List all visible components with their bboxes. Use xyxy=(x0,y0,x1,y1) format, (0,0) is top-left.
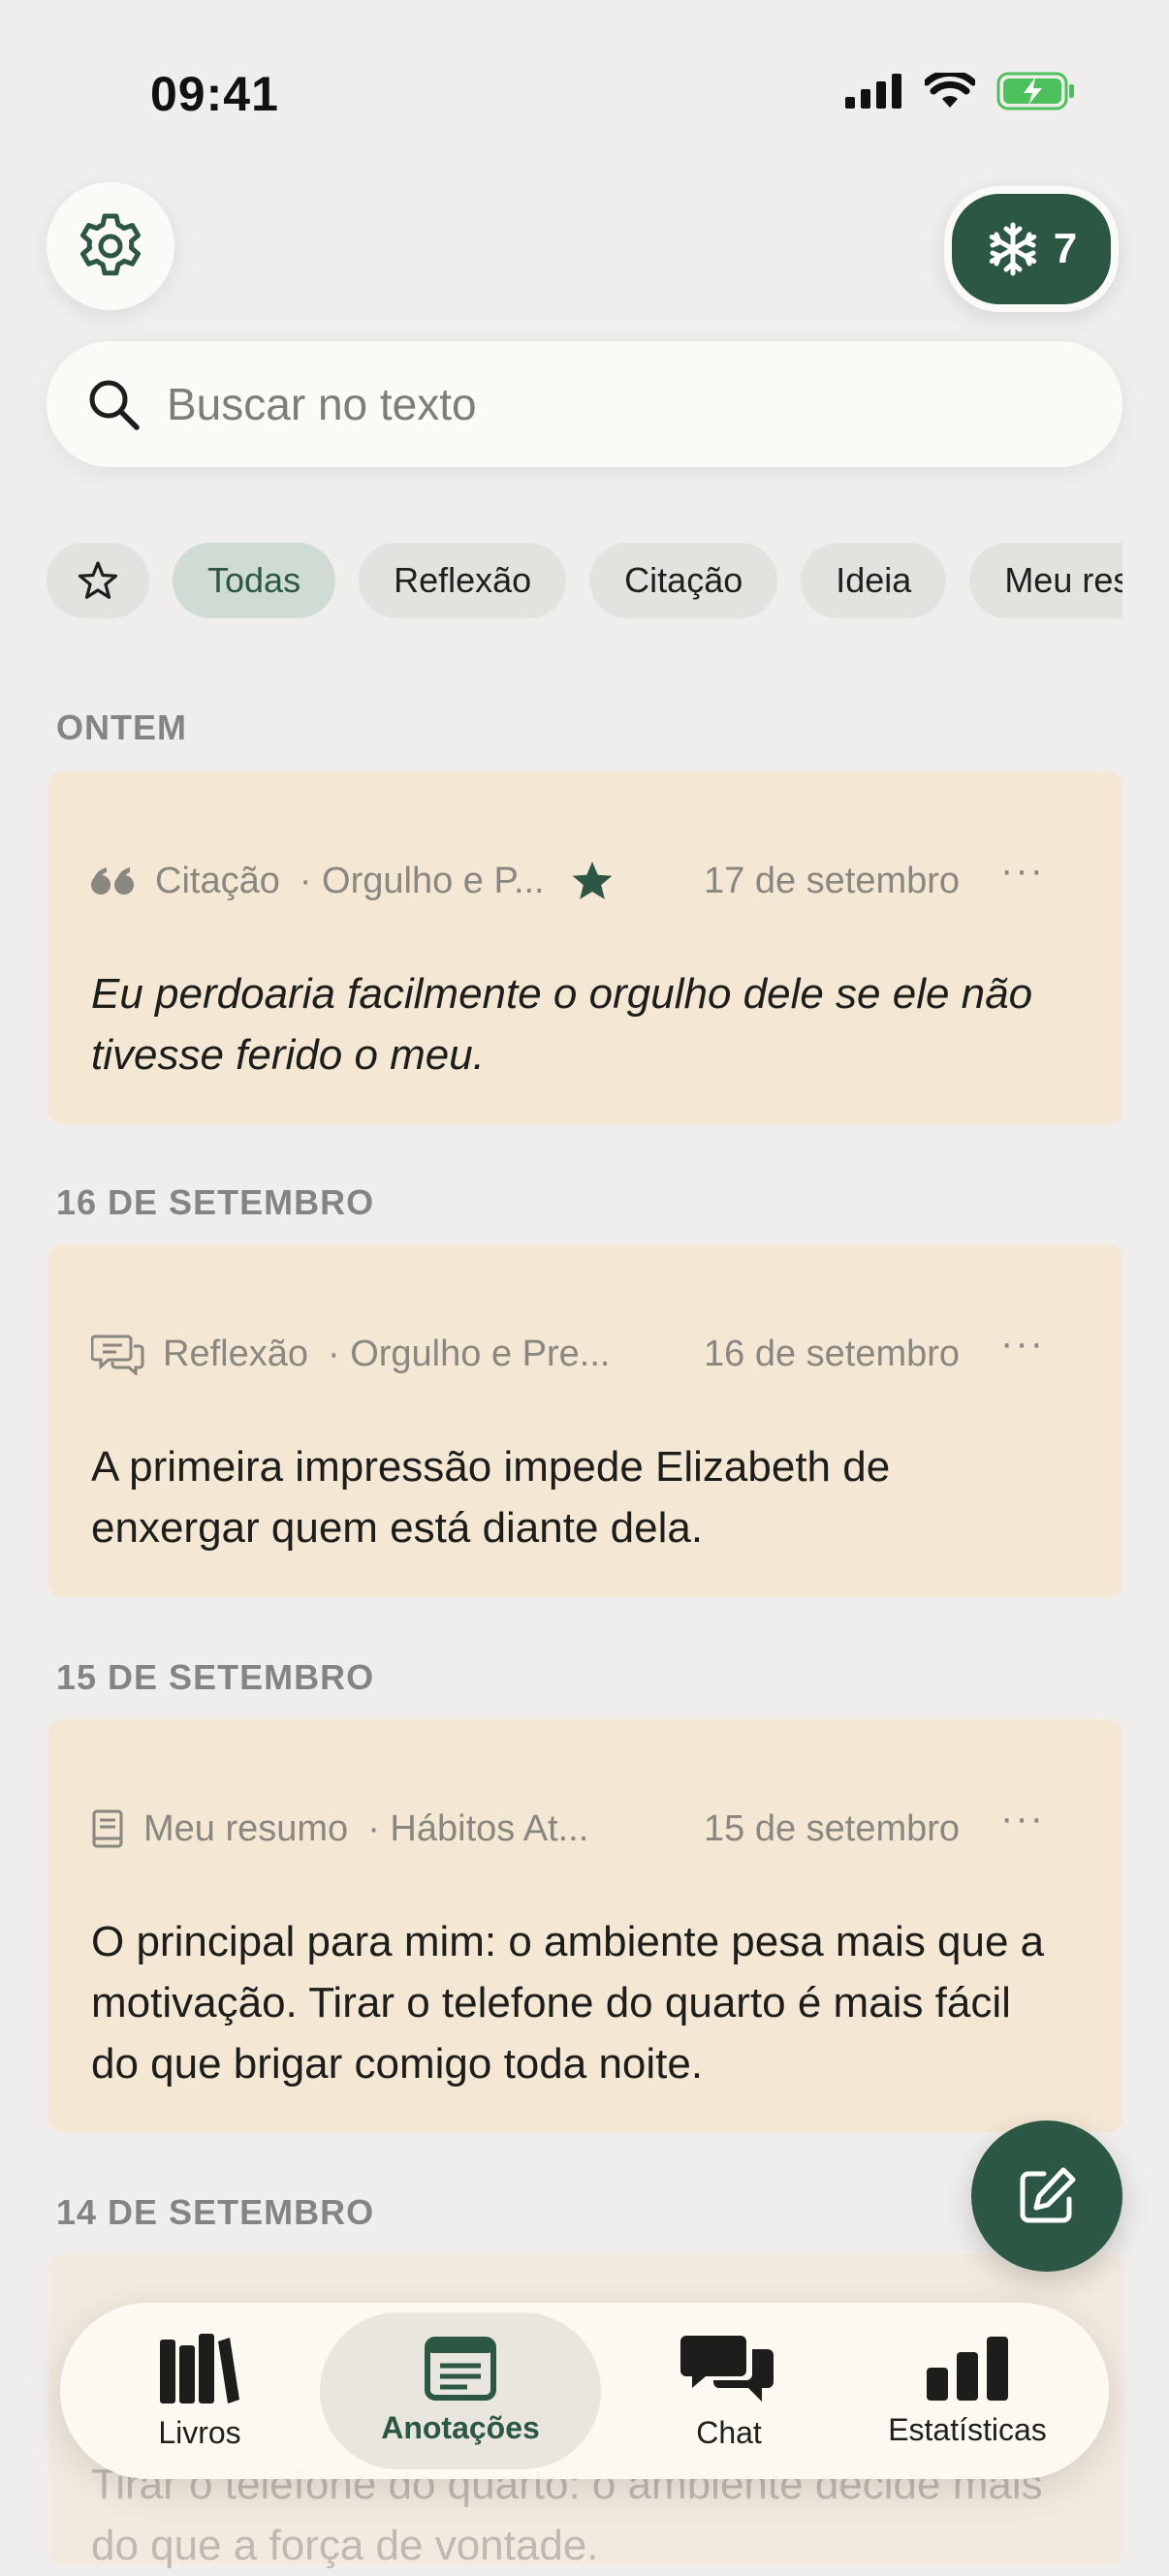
note-text: O principal para mim: o ambiente pesa ma… xyxy=(91,1918,1045,2088)
tab-livros[interactable]: Livros xyxy=(93,2312,306,2469)
note-date: 16 de setembro xyxy=(704,1333,961,1374)
filter-chip-ideia[interactable]: Ideia xyxy=(801,543,947,618)
filter-chips: Todas Reflexão Citação Ideia Meu resumo xyxy=(47,543,1122,620)
chat-bubbles-icon xyxy=(91,1333,145,1375)
snowflake-icon xyxy=(989,222,1036,276)
section-label: 14 DE SETEMBRO xyxy=(56,2192,375,2232)
note-text: Eu perdoaria facilmente o orgulho dele s… xyxy=(91,970,1033,1079)
more-options-icon[interactable]: ··· xyxy=(1000,849,1045,893)
section-label: ONTEM xyxy=(56,707,187,747)
note-type: Citação xyxy=(155,860,280,901)
gear-icon xyxy=(80,213,141,276)
tab-estatisticas[interactable]: Estatísticas xyxy=(855,2312,1080,2469)
streak-count: 7 xyxy=(1053,225,1078,272)
note-type: Reflexão xyxy=(163,1333,308,1374)
tab-label: Chat xyxy=(696,2414,762,2450)
search-input[interactable]: Buscar no texto xyxy=(167,378,477,430)
tab-chat[interactable]: Chat xyxy=(622,2312,836,2469)
quote-icon xyxy=(91,860,138,902)
compose-icon xyxy=(1020,2167,1076,2223)
favorites-filter-chip[interactable] xyxy=(47,543,149,618)
section-label: 16 DE SETEMBRO xyxy=(56,1182,375,1222)
note-meta: Citação · Orgulho e P... 17 de setembro … xyxy=(91,849,1080,905)
note-book: · Orgulho e Pre... xyxy=(327,1333,611,1374)
streak-button[interactable]: 7 xyxy=(944,186,1119,312)
notes-icon xyxy=(425,2336,496,2401)
search-icon xyxy=(89,380,140,430)
status-time: 09:41 xyxy=(150,67,279,121)
note-card[interactable]: Meu resumo · Hábitos At... 15 de setembr… xyxy=(48,1719,1122,2132)
tab-label: Anotações xyxy=(381,2409,540,2445)
more-options-icon[interactable]: ··· xyxy=(1000,1797,1045,1840)
filter-chip-todas[interactable]: Todas xyxy=(173,543,336,618)
note-type: Meu resumo xyxy=(143,1807,349,1849)
star-filled-icon[interactable] xyxy=(570,859,615,903)
section-label: 15 DE SETEMBRO xyxy=(56,1657,375,1697)
search-bar[interactable]: Buscar no texto xyxy=(47,341,1122,467)
note-card[interactable]: Citação · Orgulho e P... 17 de setembro … xyxy=(48,771,1122,1124)
filter-chip-citacao[interactable]: Citação xyxy=(589,543,778,618)
wifi-icon xyxy=(925,73,975,108)
note-book: · Orgulho e P... xyxy=(299,860,545,901)
cellular-signal-icon xyxy=(845,74,901,109)
tab-label: Estatísticas xyxy=(888,2411,1047,2447)
more-options-icon[interactable]: ··· xyxy=(1000,1322,1045,1366)
chat-icon xyxy=(680,2335,774,2402)
note-date: 17 de setembro xyxy=(704,860,961,901)
tab-bar: Livros Anotações Chat Estatísticas xyxy=(60,2303,1109,2479)
tab-label: Livros xyxy=(158,2414,241,2450)
new-note-button[interactable] xyxy=(971,2120,1122,2272)
note-text: A primeira impressão impede Elizabeth de… xyxy=(91,1443,891,1552)
settings-button[interactable] xyxy=(47,182,174,310)
books-icon xyxy=(160,2333,239,2403)
filter-chip-meu-resumo[interactable]: Meu resumo xyxy=(969,543,1122,618)
note-date: 15 de setembro xyxy=(704,1807,961,1849)
note-card[interactable]: Reflexão · Orgulho e Pre... 16 de setemb… xyxy=(48,1244,1122,1597)
tab-anotacoes[interactable]: Anotações xyxy=(320,2312,601,2469)
battery-charging-icon xyxy=(996,72,1074,110)
note-book: · Hábitos At... xyxy=(367,1807,589,1849)
status-icons xyxy=(845,72,1076,110)
stats-icon xyxy=(927,2336,1008,2401)
star-outline-icon xyxy=(78,561,118,599)
filter-chip-reflexao[interactable]: Reflexão xyxy=(359,543,567,618)
note-meta: Reflexão · Orgulho e Pre... 16 de setemb… xyxy=(91,1322,1080,1378)
note-meta: Meu resumo · Hábitos At... 15 de setembr… xyxy=(91,1797,1080,1853)
summary-book-icon xyxy=(91,1807,126,1850)
